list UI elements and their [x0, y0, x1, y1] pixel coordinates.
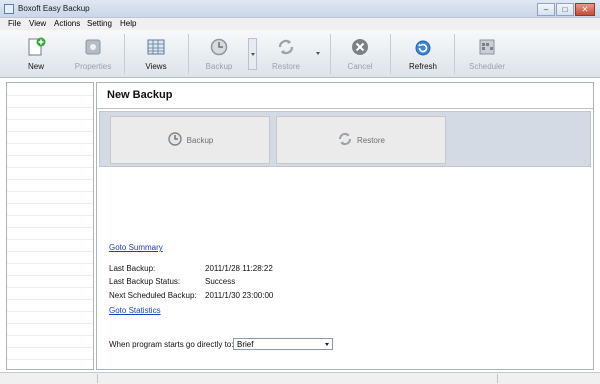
close-button[interactable]: ✕: [575, 3, 595, 16]
window-title: Boxoft Easy Backup: [18, 4, 90, 13]
title-bar: Boxoft Easy Backup – □ ✕: [0, 0, 600, 18]
restore-arrows-icon: [337, 131, 353, 149]
clock-icon: [167, 131, 183, 149]
chevron-down-icon: [325, 343, 329, 346]
maximize-button[interactable]: □: [556, 3, 574, 16]
list-row-divider: [7, 119, 93, 120]
restore-dropdown-arrow[interactable]: [314, 38, 323, 70]
restore-toolbar-button[interactable]: Restore: [266, 32, 306, 76]
last-status-value: Success: [205, 277, 236, 286]
list-row-divider: [7, 143, 93, 144]
views-button[interactable]: Views: [138, 32, 174, 76]
toolbar-separator: [390, 34, 391, 74]
new-label: New: [27, 62, 44, 71]
list-row-divider: [7, 251, 93, 252]
refresh-icon: [412, 36, 434, 58]
backup-button[interactable]: Backup: [110, 116, 270, 164]
startup-select[interactable]: Brief: [233, 338, 333, 350]
scheduler-label: Scheduler: [468, 62, 506, 71]
list-row-divider: [7, 215, 93, 216]
list-row-divider: [7, 179, 93, 180]
list-row-divider: [7, 167, 93, 168]
properties-icon: [82, 36, 104, 58]
restore-button[interactable]: Restore: [276, 116, 446, 164]
backup-dropdown-arrow[interactable]: [248, 38, 257, 70]
list-row-divider: [7, 239, 93, 240]
views-grid-icon: [145, 36, 167, 58]
action-strip: Backup Restore: [99, 111, 591, 167]
left-navigation-panel[interactable]: [6, 82, 94, 370]
clock-icon: [208, 36, 230, 58]
last-backup-value: 2011/1/28 11:28:22: [205, 264, 273, 273]
list-row-divider: [7, 287, 93, 288]
status-bar: [0, 372, 600, 384]
backup-toolbar-label: Backup: [205, 62, 233, 71]
app-icon: [4, 4, 14, 14]
list-row-divider: [7, 311, 93, 312]
menu-view[interactable]: View: [29, 19, 46, 28]
list-row-divider: [7, 335, 93, 336]
menu-file[interactable]: File: [8, 19, 21, 28]
startup-label: When program starts go directly to:: [109, 340, 234, 349]
properties-label: Properties: [74, 62, 112, 71]
status-segment: [0, 374, 98, 383]
new-document-icon: [25, 36, 47, 58]
list-row-divider: [7, 107, 93, 108]
last-backup-label: Last Backup:: [109, 264, 156, 273]
toolbar-separator: [188, 34, 189, 74]
refresh-label: Refresh: [408, 62, 437, 71]
refresh-button[interactable]: Refresh: [404, 32, 442, 76]
list-row-divider: [7, 155, 93, 156]
list-row-divider: [7, 323, 93, 324]
main-content-panel: New Backup Backup Restore Goto Summary L…: [96, 82, 594, 370]
toolbar-separator: [124, 34, 125, 74]
restore-button-label: Restore: [356, 135, 385, 145]
page-title: New Backup: [107, 89, 173, 101]
scheduler-button[interactable]: Scheduler: [466, 32, 508, 76]
list-row-divider: [7, 347, 93, 348]
next-backup-value: 2011/1/30 23:00:00: [205, 291, 274, 300]
list-row-divider: [7, 227, 93, 228]
status-segment: [98, 374, 498, 383]
backup-toolbar-button[interactable]: Backup: [200, 32, 238, 76]
list-row-divider: [7, 263, 93, 264]
list-row-divider: [7, 359, 93, 360]
goto-statistics-link[interactable]: Goto Statistics: [109, 306, 161, 315]
menu-help[interactable]: Help: [120, 19, 136, 28]
cancel-x-icon: [349, 36, 371, 58]
scheduler-calendar-icon: [476, 36, 498, 58]
restore-toolbar-label: Restore: [271, 62, 300, 71]
menu-actions[interactable]: Actions: [54, 19, 80, 28]
properties-button[interactable]: Properties: [70, 32, 116, 76]
menu-bar: File View Actions Setting Help: [0, 18, 600, 30]
last-status-label: Last Backup Status:: [109, 277, 181, 286]
list-row-divider: [7, 203, 93, 204]
new-button[interactable]: New: [18, 32, 54, 76]
list-row-divider: [7, 191, 93, 192]
toolbar: New Properties Views Backup Restore Canc…: [0, 30, 600, 78]
toolbar-separator: [330, 34, 331, 74]
cancel-toolbar-label: Cancel: [347, 62, 373, 71]
list-row-divider: [7, 275, 93, 276]
views-label: Views: [145, 62, 167, 71]
list-row-divider: [7, 299, 93, 300]
list-row-divider: [7, 95, 93, 96]
next-backup-label: Next Scheduled Backup:: [109, 291, 197, 300]
menu-setting[interactable]: Setting: [87, 19, 112, 28]
backup-button-label: Backup: [186, 135, 214, 145]
title-divider: [97, 108, 593, 109]
list-row-divider: [7, 131, 93, 132]
startup-select-value: Brief: [237, 340, 254, 349]
minimize-button[interactable]: –: [537, 3, 555, 16]
goto-summary-link[interactable]: Goto Summary: [109, 243, 163, 252]
cancel-toolbar-button[interactable]: Cancel: [342, 32, 378, 76]
restore-arrows-icon: [275, 36, 297, 58]
toolbar-separator: [454, 34, 455, 74]
